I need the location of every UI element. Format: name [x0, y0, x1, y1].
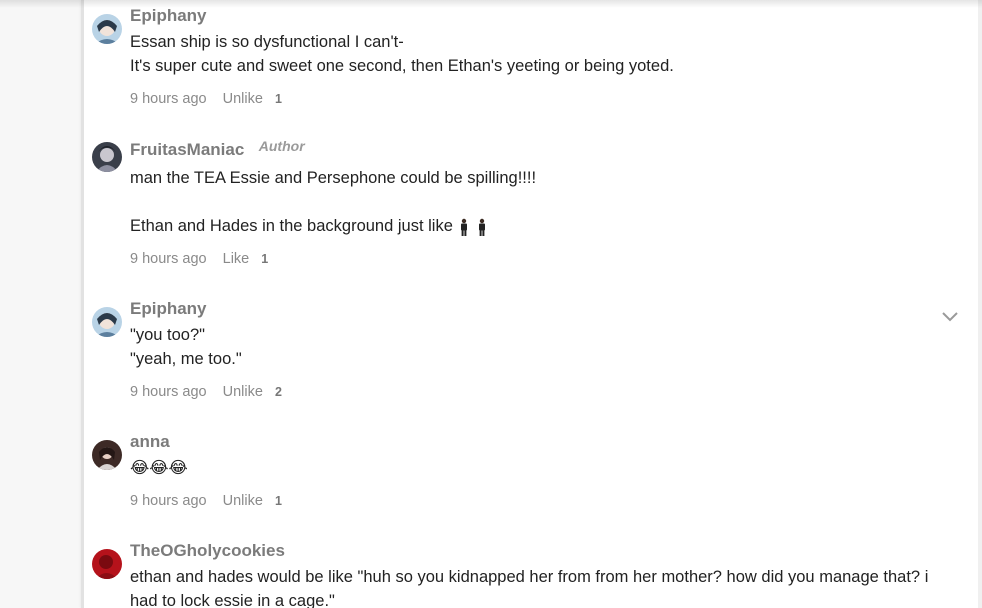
comments-panel[interactable]: Epiphany Essan ship is so dysfunctional …	[81, 0, 981, 608]
comment-time: 9 hours ago	[130, 251, 207, 268]
comment-username[interactable]: Epiphany	[130, 299, 207, 319]
comment-username[interactable]: TheOGholycookies	[130, 541, 285, 561]
avatar[interactable]	[92, 549, 122, 579]
portrait-avatar-icon	[92, 440, 122, 470]
comments-page: Epiphany Essan ship is so dysfunctional …	[0, 0, 982, 608]
comment-text-line: had to lock essie in a cage."	[130, 592, 335, 608]
comment-text-line: 😂😂😂	[130, 459, 188, 477]
like-button[interactable]: Like	[223, 251, 250, 267]
comment-meta: 9 hours ago Like 1	[130, 250, 970, 268]
comment-time: 9 hours ago	[130, 91, 207, 108]
left-gutter	[0, 0, 81, 608]
red-avatar-icon	[92, 549, 122, 579]
comment-text: man the TEA Essie and Persephone could b…	[130, 166, 970, 238]
comment-text-line: man the TEA Essie and Persephone could b…	[130, 169, 537, 187]
dark-hooded-avatar-icon	[92, 142, 122, 172]
comment-text-line: It's super cute and sweet one second, th…	[130, 57, 674, 75]
right-gutter	[978, 0, 982, 608]
unlike-button[interactable]: Unlike	[223, 493, 263, 509]
levitating-man-icon	[475, 218, 489, 236]
comment-text-line: "you too?"	[130, 326, 206, 344]
comment-meta: 9 hours ago Unlike 2	[130, 383, 970, 401]
avatar[interactable]	[92, 142, 122, 172]
author-badge: Author	[258, 138, 305, 154]
comment-text: Essan ship is so dysfunctional I can't- …	[130, 30, 970, 78]
like-count: 1	[274, 494, 282, 509]
avatar[interactable]	[92, 440, 122, 470]
comment-text-line: "yeah, me too."	[130, 350, 242, 368]
comment-text-line: Essan ship is so dysfunctional I can't-	[130, 33, 404, 51]
comment-text: 😂😂😂	[130, 456, 970, 480]
levitating-man-icon	[457, 218, 471, 236]
anime-character-avatar-icon	[92, 14, 122, 44]
unlike-button[interactable]: Unlike	[223, 91, 263, 107]
comment-text: "you too?" "yeah, me too."	[130, 323, 970, 371]
anime-character-avatar-icon	[92, 307, 122, 337]
avatar[interactable]	[92, 307, 122, 337]
comment-username[interactable]: Epiphany	[130, 6, 207, 26]
avatar[interactable]	[92, 14, 122, 44]
comment-username[interactable]: anna	[130, 432, 170, 452]
like-count: 1	[261, 252, 269, 267]
unlike-button[interactable]: Unlike	[223, 384, 263, 400]
comment-time: 9 hours ago	[130, 384, 207, 401]
comment-text-line: ethan and hades would be like "huh so yo…	[130, 568, 929, 586]
comment-text: ethan and hades would be like "huh so yo…	[130, 565, 970, 608]
comment-text-line: Ethan and Hades in the background just l…	[130, 217, 453, 235]
comment-meta: 9 hours ago Unlike 1	[130, 492, 970, 510]
comment-meta: 9 hours ago Unlike 1	[130, 90, 970, 108]
like-count: 1	[274, 92, 282, 107]
comment-time: 9 hours ago	[130, 493, 207, 510]
comment-username[interactable]: FruitasManiac	[130, 140, 244, 160]
chevron-down-icon[interactable]	[942, 309, 958, 322]
like-count: 2	[274, 385, 282, 400]
